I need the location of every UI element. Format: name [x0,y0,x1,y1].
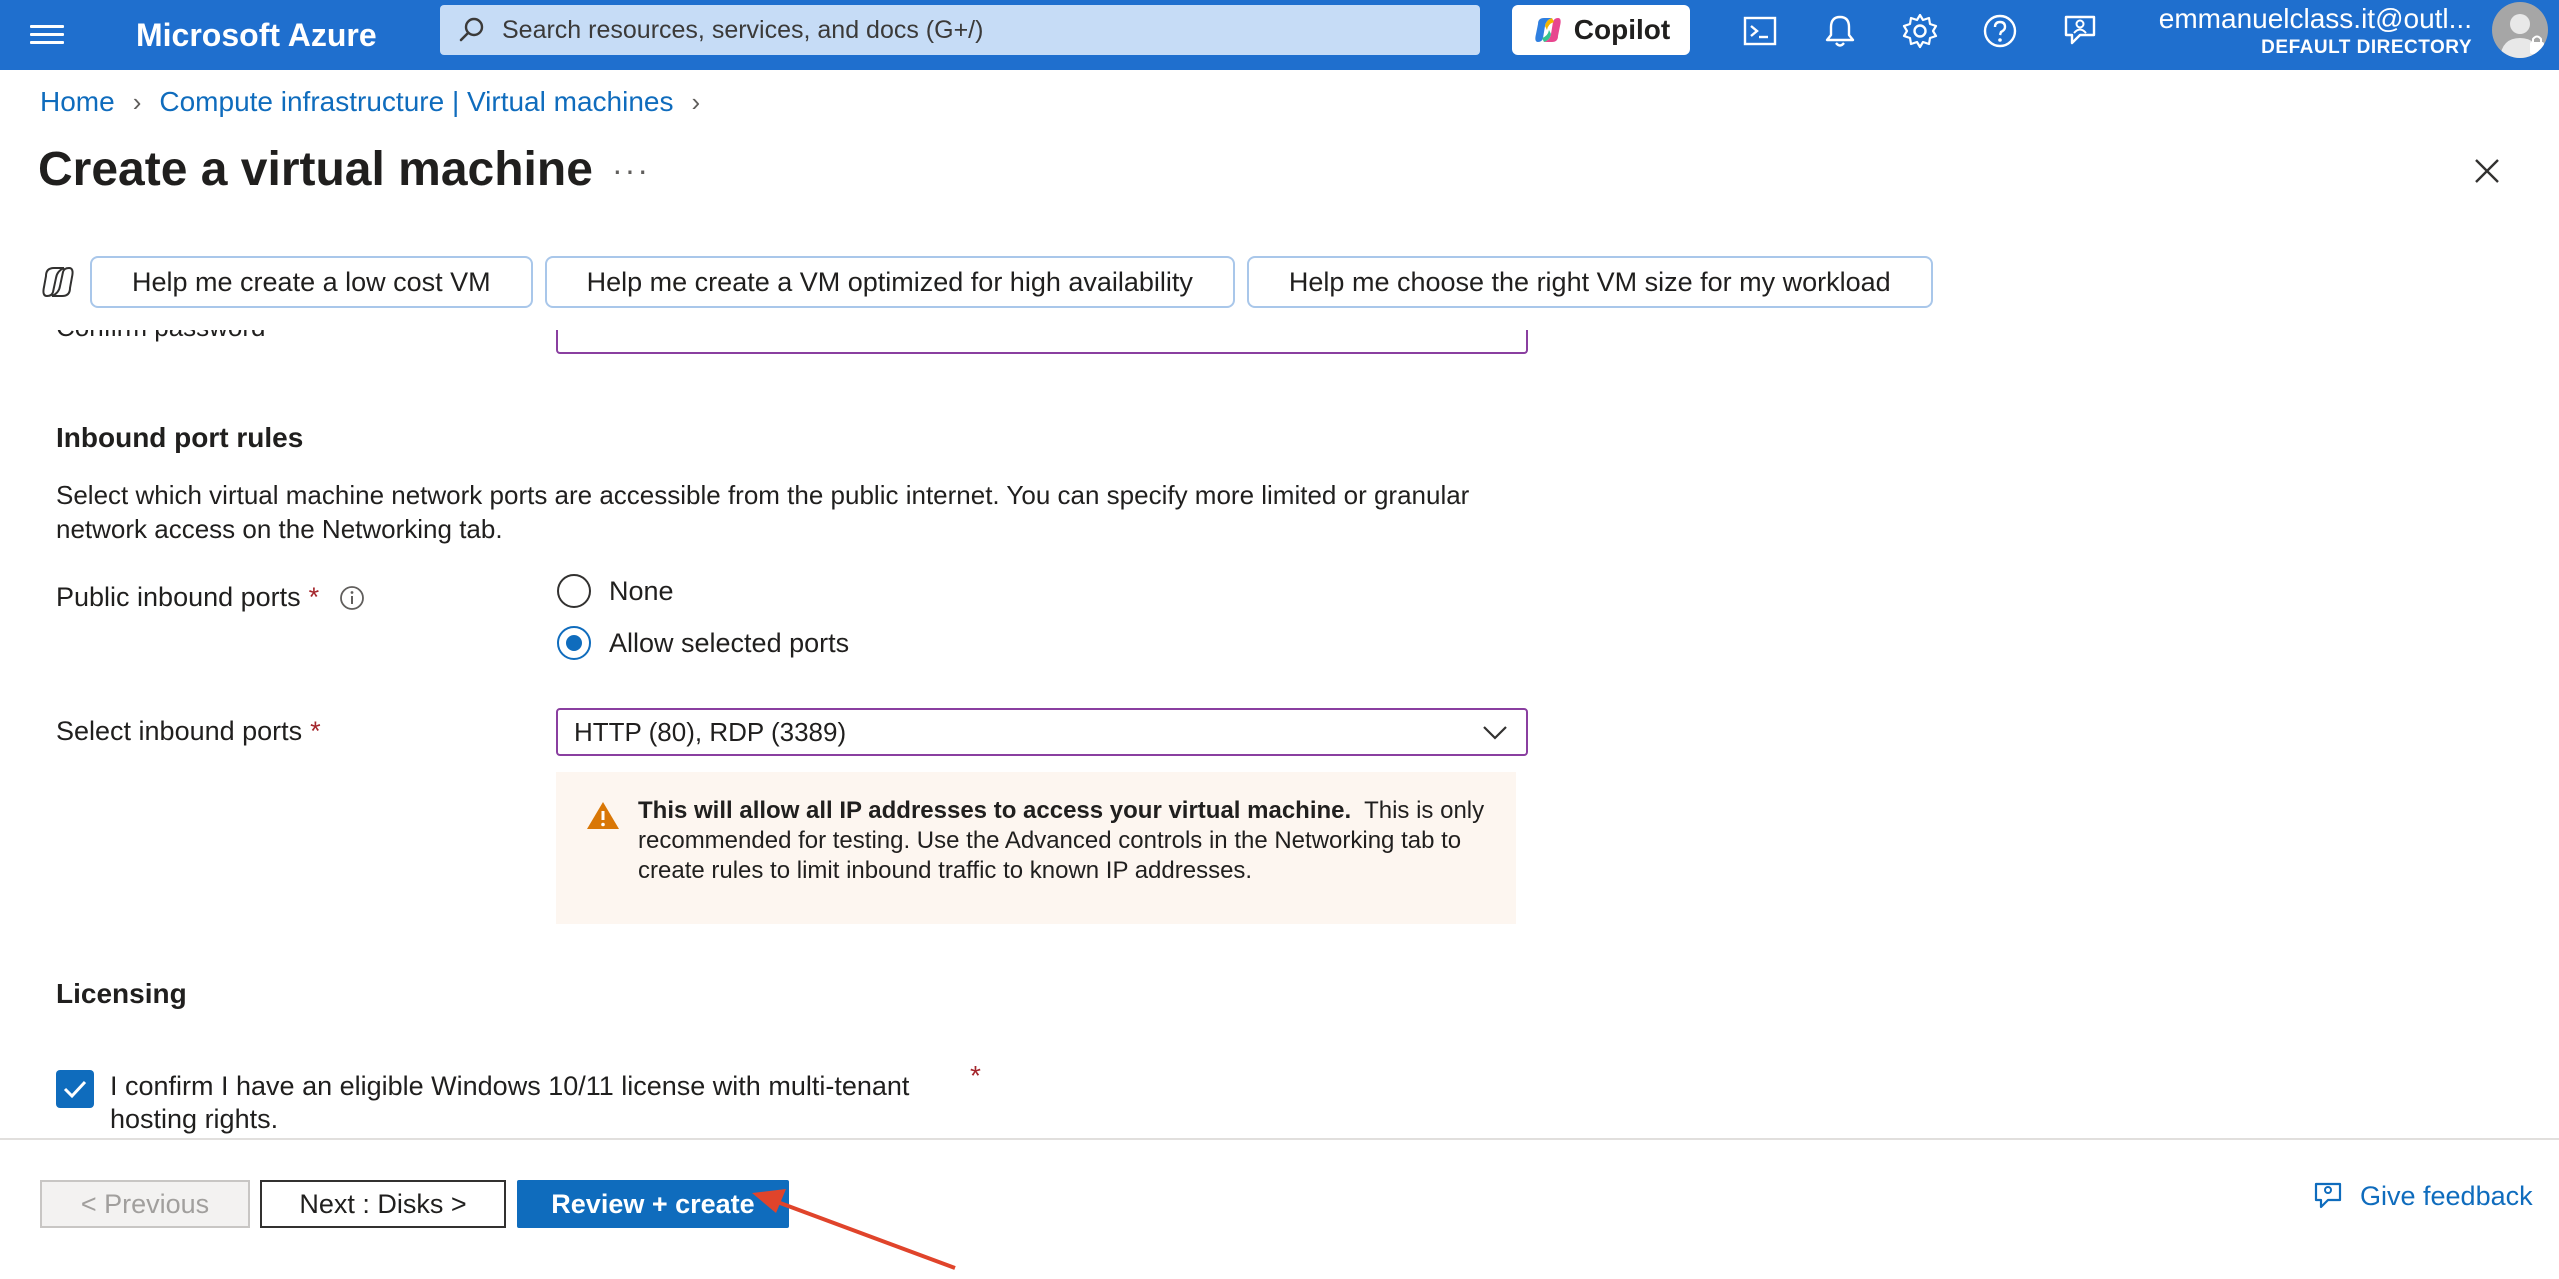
public-inbound-ports-label: Public inbound ports * [56,582,365,613]
next-disks-button[interactable]: Next : Disks > [260,1180,506,1228]
copilot-prompt-vm-size[interactable]: Help me choose the right VM size for my … [1246,256,1933,308]
account-email: emmanuelclass.it@outl... [2158,3,2472,34]
inbound-port-rules-description: Select which virtual machine network por… [56,480,1470,544]
inbound-port-rules-heading: Inbound port rules [56,422,304,453]
warning-icon [587,802,619,829]
license-confirm-label: I confirm I have an eligible Windows 10/… [110,1071,910,1134]
top-bar: Microsoft Azure Copilot [0,0,2559,70]
wizard-footer: < Previous Next : Disks > Review + creat… [0,1138,2559,1279]
close-icon[interactable] [2470,154,2504,188]
radio-button-checked[interactable] [557,626,591,660]
give-feedback-link[interactable]: Give feedback [2312,1180,2533,1212]
search-icon [459,17,484,42]
feedback-icon[interactable] [2060,11,2100,51]
checkmark-icon [63,1080,87,1099]
copilot-icon [1535,18,1561,42]
select-inbound-ports-text: Select inbound ports [56,716,303,746]
give-feedback-label: Give feedback [2360,1180,2533,1211]
copilot-label: Copilot [1573,14,1671,45]
review-create-button[interactable]: Review + create [517,1180,789,1228]
warning-bold-text: This will allow all IP addresses to acce… [638,797,1352,824]
search-input[interactable] [500,14,1480,46]
licensing-heading: Licensing [56,978,187,1009]
avatar[interactable] [2492,2,2548,58]
notifications-icon[interactable] [1820,11,1860,51]
feedback-person-icon [2314,1182,2342,1209]
radio-label-allow-selected: Allow selected ports [609,627,850,658]
inbound-ports-dropdown[interactable]: HTTP (80), RDP (3389) [556,708,1528,756]
help-icon[interactable] [1980,11,2020,51]
copilot-prompt-low-cost[interactable]: Help me create a low cost VM [90,256,533,308]
account-directory: DEFAULT DIRECTORY [2261,37,2472,58]
info-icon[interactable] [339,585,365,611]
warning-message: This will allow all IP addresses to acce… [556,772,1516,924]
form-scroll-region[interactable]: Confirm password Inbound port rules Sele… [0,330,2559,1138]
select-inbound-ports-label: Select inbound ports * [56,716,321,747]
global-search[interactable] [440,5,1480,55]
radio-allow-selected-ports[interactable]: Allow selected ports [557,626,849,660]
chevron-right-icon: › [691,86,701,117]
page-title: Create a virtual machine [38,143,593,196]
account-info[interactable]: emmanuelclass.it@outl... DEFAULT DIRECTO… [2150,0,2472,58]
breadcrumb-home[interactable]: Home [40,86,115,118]
confirm-password-field[interactable] [556,330,1528,354]
copilot-icon [42,266,74,298]
cloud-shell-icon[interactable] [1740,11,1780,51]
required-mark: * [310,716,321,746]
public-inbound-ports-text: Public inbound ports [56,582,301,612]
user-avatar-icon [2500,14,2544,58]
chevron-right-icon: › [132,86,142,117]
license-confirm-checkbox[interactable] [56,1070,94,1108]
settings-icon[interactable] [1900,11,1940,51]
radio-button[interactable] [557,574,591,608]
required-mark: * [970,1060,981,1091]
inbound-ports-value: HTTP (80), RDP (3389) [574,716,847,747]
breadcrumb-virtual-machines[interactable]: Compute infrastructure | Virtual machine… [159,86,673,118]
warning-text: This will allow all IP addresses to acce… [638,796,1488,886]
breadcrumb: Home › Compute infrastructure | Virtual … [40,86,718,118]
more-options-button[interactable]: ··· [612,152,650,189]
copilot-button[interactable]: Copilot [1512,5,1690,55]
previous-button[interactable]: < Previous [40,1180,250,1228]
radio-label-none: None [609,575,674,606]
brand-title[interactable]: Microsoft Azure [136,12,377,58]
copilot-prompt-high-availability[interactable]: Help me create a VM optimized for high a… [544,256,1235,308]
menu-icon[interactable] [30,20,64,50]
copilot-prompt-bar: Help me create a low cost VM Help me cre… [38,254,1945,310]
radio-none[interactable]: None [557,574,674,608]
chevron-down-icon [1483,726,1507,740]
confirm-password-label: Confirm password [56,330,266,343]
required-mark: * [308,582,320,612]
